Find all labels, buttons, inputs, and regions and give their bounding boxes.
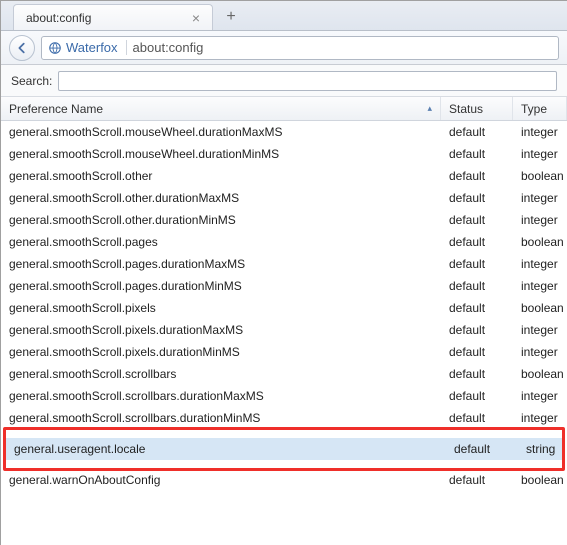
- pref-name: general.smoothScroll.pixels: [1, 301, 441, 315]
- pref-type: integer: [513, 411, 567, 425]
- pref-name: general.smoothScroll.scrollbars.duration…: [1, 389, 441, 403]
- pref-type: string: [518, 442, 562, 456]
- pref-status: default: [441, 279, 513, 293]
- new-tab-button[interactable]: +: [217, 6, 245, 28]
- pref-name: general.smoothScroll.other: [1, 169, 441, 183]
- pref-name: general.smoothScroll.other.durationMaxMS: [1, 191, 441, 205]
- pref-name: general.useragent.locale: [6, 442, 446, 456]
- pref-name: general.smoothScroll.pixels.durationMaxM…: [1, 323, 441, 337]
- table-row[interactable]: general.smoothScroll.scrollbars.duration…: [1, 385, 567, 407]
- pref-status: default: [441, 367, 513, 381]
- pref-status: default: [441, 301, 513, 315]
- pref-type: boolean: [513, 169, 567, 183]
- globe-icon: [48, 41, 62, 55]
- search-input[interactable]: [58, 71, 557, 91]
- table-body: general.smoothScroll.mouseWheel.duration…: [1, 121, 567, 429]
- pref-status: default: [441, 389, 513, 403]
- tab-title: about:config: [26, 11, 91, 25]
- table-row[interactable]: general.smoothScroll.pages.durationMaxMS…: [1, 253, 567, 275]
- pref-name: general.smoothScroll.pages: [1, 235, 441, 249]
- column-header-name[interactable]: Preference Name ▴: [1, 97, 441, 120]
- identity-label: Waterfox: [66, 40, 118, 55]
- pref-type: integer: [513, 279, 567, 293]
- back-button[interactable]: [9, 35, 35, 61]
- table-row[interactable]: general.smoothScroll.mouseWheel.duration…: [1, 121, 567, 143]
- pref-type: integer: [513, 257, 567, 271]
- tab-strip: about:config × +: [1, 1, 567, 31]
- pref-type: integer: [513, 323, 567, 337]
- pref-name: general.smoothScroll.other.durationMinMS: [1, 213, 441, 227]
- site-identity[interactable]: Waterfox: [48, 40, 127, 55]
- pref-status: default: [441, 473, 513, 487]
- pref-name: general.smoothScroll.scrollbars.duration…: [1, 411, 441, 425]
- table-row[interactable]: [6, 430, 562, 438]
- column-header-status[interactable]: Status: [441, 97, 513, 120]
- pref-status: default: [441, 147, 513, 161]
- pref-status: default: [441, 257, 513, 271]
- pref-name: general.smoothScroll.mouseWheel.duration…: [1, 125, 441, 139]
- pref-status: default: [441, 235, 513, 249]
- pref-type: integer: [513, 147, 567, 161]
- pref-type: boolean: [513, 301, 567, 315]
- pref-type: boolean: [513, 367, 567, 381]
- table-row[interactable]: general.smoothScroll.pagesdefaultboolean: [1, 231, 567, 253]
- pref-type: integer: [513, 191, 567, 205]
- pref-status: default: [441, 191, 513, 205]
- pref-name: general.smoothScroll.pages.durationMinMS: [1, 279, 441, 293]
- pref-type: integer: [513, 389, 567, 403]
- url-text: about:config: [133, 40, 204, 55]
- column-header-type[interactable]: Type: [513, 97, 567, 120]
- pref-name: general.smoothScroll.mouseWheel.duration…: [1, 147, 441, 161]
- pref-status: default: [441, 213, 513, 227]
- table-row[interactable]: general.smoothScroll.otherdefaultboolean: [1, 165, 567, 187]
- table-row[interactable]: general.smoothScroll.scrollbars.duration…: [1, 407, 567, 429]
- pref-name: general.smoothScroll.scrollbars: [1, 367, 441, 381]
- table-row[interactable]: general.smoothScroll.scrollbarsdefaultbo…: [1, 363, 567, 385]
- table-row[interactable]: general.smoothScroll.pages.durationMinMS…: [1, 275, 567, 297]
- browser-tab[interactable]: about:config ×: [13, 4, 213, 30]
- pref-status: default: [441, 323, 513, 337]
- pref-name: general.smoothScroll.pages.durationMaxMS: [1, 257, 441, 271]
- navigation-toolbar: Waterfox about:config: [1, 31, 567, 65]
- close-icon[interactable]: ×: [188, 10, 204, 26]
- table-row[interactable]: general.smoothScroll.pixelsdefaultboolea…: [1, 297, 567, 319]
- search-label: Search:: [11, 74, 52, 88]
- pref-type: integer: [513, 345, 567, 359]
- pref-type: integer: [513, 213, 567, 227]
- sort-ascending-icon: ▴: [427, 103, 432, 114]
- pref-status: default: [441, 411, 513, 425]
- pref-name: general.warnOnAboutConfig: [1, 473, 441, 487]
- pref-status: default: [441, 169, 513, 183]
- table-row[interactable]: general.useragent.locale default string: [6, 438, 562, 460]
- table-row[interactable]: [6, 460, 562, 468]
- arrow-left-icon: [15, 41, 29, 55]
- preferences-table: Preference Name ▴ Status Type general.sm…: [1, 97, 567, 491]
- url-bar[interactable]: Waterfox about:config: [41, 36, 559, 60]
- table-row[interactable]: general.smoothScroll.mouseWheel.duration…: [1, 143, 567, 165]
- pref-type: integer: [513, 125, 567, 139]
- pref-name: general.smoothScroll.pixels.durationMinM…: [1, 345, 441, 359]
- table-row[interactable]: general.smoothScroll.other.durationMaxMS…: [1, 187, 567, 209]
- pref-type: boolean: [513, 235, 567, 249]
- pref-status: default: [446, 442, 518, 456]
- highlight-box: general.useragent.locale default string: [3, 427, 565, 471]
- table-row[interactable]: general.smoothScroll.pixels.durationMaxM…: [1, 319, 567, 341]
- table-header: Preference Name ▴ Status Type: [1, 97, 567, 121]
- table-row[interactable]: general.smoothScroll.pixels.durationMinM…: [1, 341, 567, 363]
- pref-status: default: [441, 345, 513, 359]
- pref-type: boolean: [513, 473, 567, 487]
- search-bar: Search:: [1, 65, 567, 97]
- table-row[interactable]: general.smoothScroll.other.durationMinMS…: [1, 209, 567, 231]
- table-row[interactable]: general.warnOnAboutConfig default boolea…: [1, 469, 567, 491]
- pref-status: default: [441, 125, 513, 139]
